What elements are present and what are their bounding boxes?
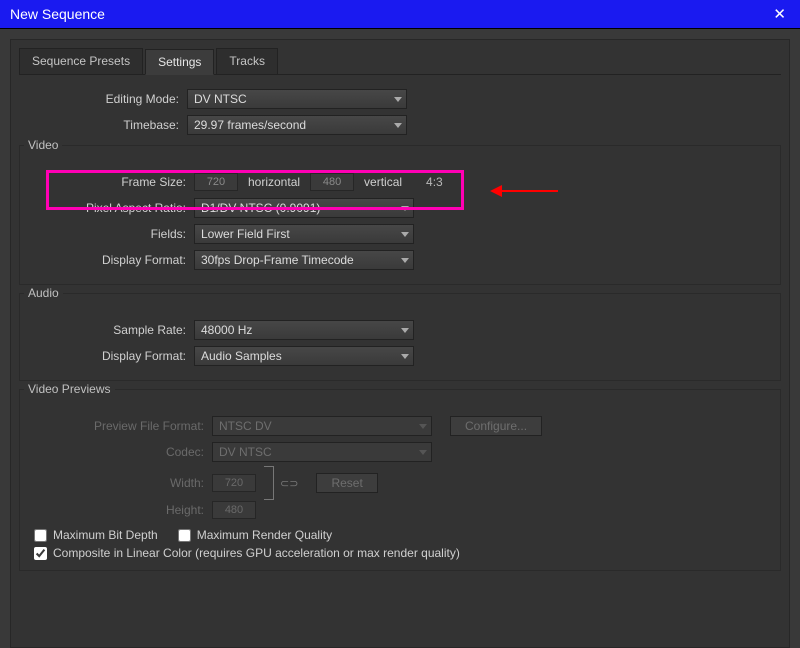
preview-width-input: 720 [212,474,256,492]
titlebar: New Sequence ✕ [0,0,800,28]
fields-value: Lower Field First [201,227,290,241]
vertical-label: vertical [364,175,402,189]
reset-button: Reset [316,473,377,493]
sample-rate-value: 48000 Hz [201,323,252,337]
editing-mode-select[interactable]: DV NTSC [187,89,407,109]
video-previews-section: Video Previews Preview File Format: NTSC… [19,389,781,571]
composite-linear-label: Composite in Linear Color (requires GPU … [53,546,460,560]
chevron-down-icon [394,123,402,128]
tab-settings[interactable]: Settings [145,49,214,75]
audio-display-format-select[interactable]: Audio Samples [194,346,414,366]
chevron-down-icon [401,206,409,211]
frame-size-label: Frame Size: [26,175,186,189]
preview-width-label: Width: [26,476,204,490]
max-render-quality-checkbox[interactable]: Maximum Render Quality [178,528,332,542]
chevron-down-icon [401,258,409,263]
chevron-down-icon [401,328,409,333]
video-display-format-label: Display Format: [26,253,186,267]
chevron-down-icon [394,97,402,102]
tab-row: Sequence Presets Settings Tracks [19,48,781,75]
link-icon[interactable]: ⊂⊃ [280,477,298,490]
chevron-down-icon [419,450,427,455]
video-section-title: Video [24,138,62,152]
video-section: Video Frame Size: 720 horizontal 480 ver… [19,145,781,285]
composite-linear-input[interactable] [34,547,47,560]
audio-section-title: Audio [24,286,63,300]
fields-label: Fields: [26,227,186,241]
chevron-down-icon [401,232,409,237]
close-icon[interactable]: ✕ [767,5,792,23]
tab-tracks[interactable]: Tracks [216,48,278,74]
annotation-arrow-icon [488,182,560,200]
aspect-ratio-label: 4:3 [426,175,443,189]
pixel-aspect-label: Pixel Aspect Ratio: [26,201,186,215]
dialog-inner: Sequence Presets Settings Tracks Editing… [10,39,790,648]
codec-label: Codec: [26,445,204,459]
horizontal-label: horizontal [248,175,300,189]
sample-rate-label: Sample Rate: [26,323,186,337]
max-render-quality-label: Maximum Render Quality [197,528,332,542]
video-display-format-select[interactable]: 30fps Drop-Frame Timecode [194,250,414,270]
editing-mode-label: Editing Mode: [19,92,179,106]
codec-select: DV NTSC [212,442,432,462]
audio-display-format-label: Display Format: [26,349,186,363]
audio-section: Audio Sample Rate: 48000 Hz Display Form… [19,293,781,381]
max-render-quality-input[interactable] [178,529,191,542]
window-title: New Sequence [10,6,105,22]
preview-height-label: Height: [26,503,204,517]
sample-rate-select[interactable]: 48000 Hz [194,320,414,340]
bracket-icon [264,466,274,500]
timebase-label: Timebase: [19,118,179,132]
timebase-select[interactable]: 29.97 frames/second [187,115,407,135]
previews-section-title: Video Previews [24,382,115,396]
frame-width-input[interactable]: 720 [194,173,238,191]
max-bit-depth-input[interactable] [34,529,47,542]
chevron-down-icon [401,354,409,359]
chevron-down-icon [419,424,427,429]
audio-display-format-value: Audio Samples [201,349,282,363]
dialog-body: Sequence Presets Settings Tracks Editing… [0,28,800,648]
max-bit-depth-label: Maximum Bit Depth [53,528,158,542]
preview-height-input: 480 [212,501,256,519]
fields-select[interactable]: Lower Field First [194,224,414,244]
preview-file-format-select: NTSC DV [212,416,432,436]
pixel-aspect-value: D1/DV NTSC (0.9091) [201,201,320,215]
max-bit-depth-checkbox[interactable]: Maximum Bit Depth [34,528,158,542]
video-display-format-value: 30fps Drop-Frame Timecode [201,253,354,267]
editing-mode-value: DV NTSC [194,92,247,106]
preview-file-format-value: NTSC DV [219,419,272,433]
codec-value: DV NTSC [219,445,272,459]
tab-sequence-presets[interactable]: Sequence Presets [19,48,143,74]
pixel-aspect-select[interactable]: D1/DV NTSC (0.9091) [194,198,414,218]
preview-file-format-label: Preview File Format: [26,419,204,433]
timebase-value: 29.97 frames/second [194,118,306,132]
configure-button: Configure... [450,416,542,436]
frame-height-input[interactable]: 480 [310,173,354,191]
